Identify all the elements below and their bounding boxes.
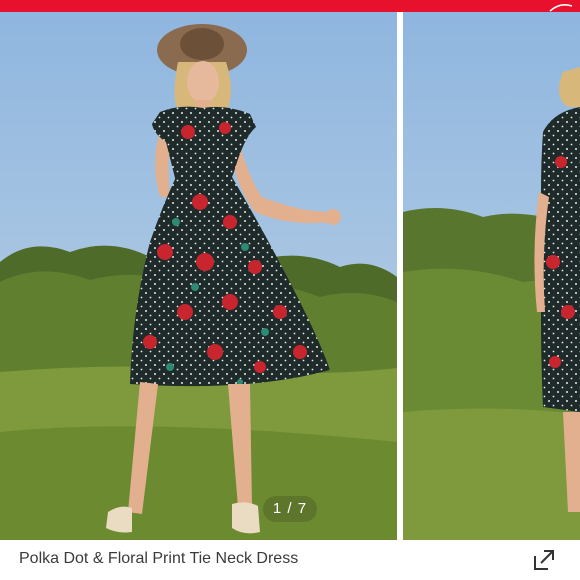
brand-swoosh-icon [549,4,573,12]
top-accent-bar [0,0,580,12]
image-counter: 1 / 7 [263,496,317,522]
product-title: Polka Dot & Floral Print Tie Neck Dress [19,550,299,567]
product-caption-bar: Polka Dot & Floral Print Tie Neck Dress [0,540,580,580]
product-photo-next[interactable] [403,12,580,540]
share-external-icon[interactable] [530,546,558,574]
image-gallery[interactable]: 1 / 7 [0,12,580,540]
product-photo-main[interactable] [0,12,397,540]
